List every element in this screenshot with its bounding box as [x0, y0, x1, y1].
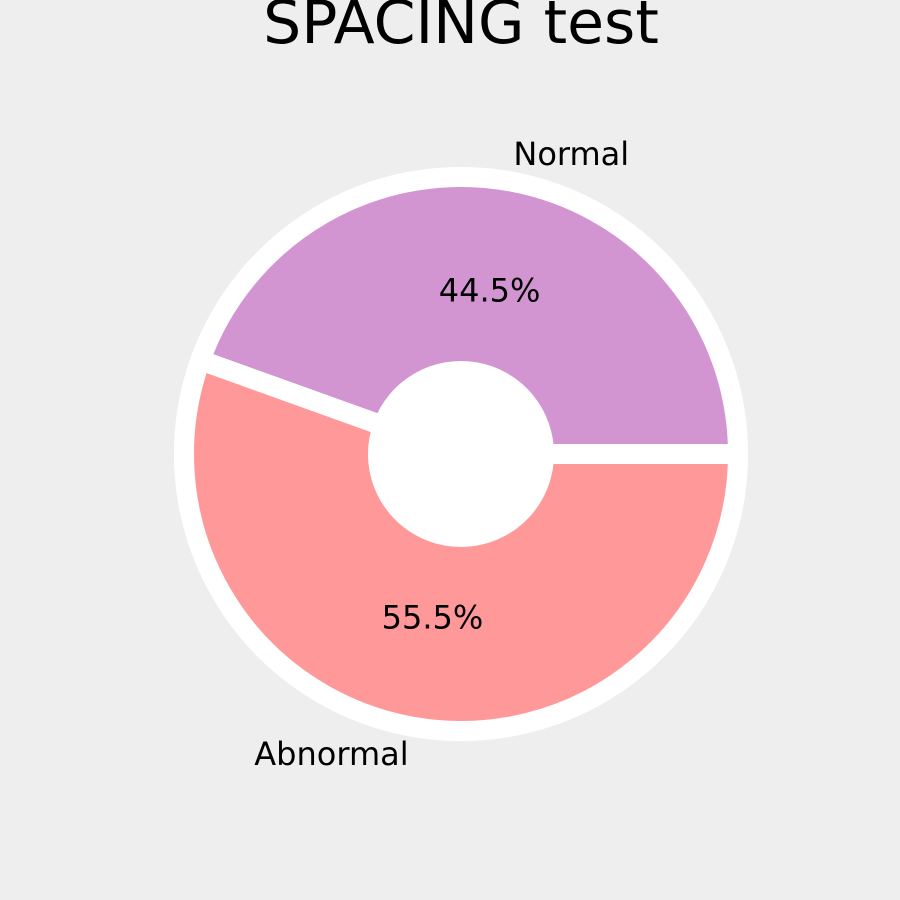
- donut-chart: Normal 44.5% Abnormal 55.5%: [174, 135, 749, 773]
- donut-center-hole: [388, 381, 534, 527]
- slice-label-abnormal: Abnormal: [254, 735, 408, 773]
- slice-percent-normal: 44.5%: [439, 271, 541, 309]
- slice-percent-abnormal: 55.5%: [382, 599, 484, 637]
- slice-label-normal: Normal: [513, 135, 629, 173]
- chart-container: SPACING test Normal 44.5% Abnormal 55.5%: [0, 0, 900, 900]
